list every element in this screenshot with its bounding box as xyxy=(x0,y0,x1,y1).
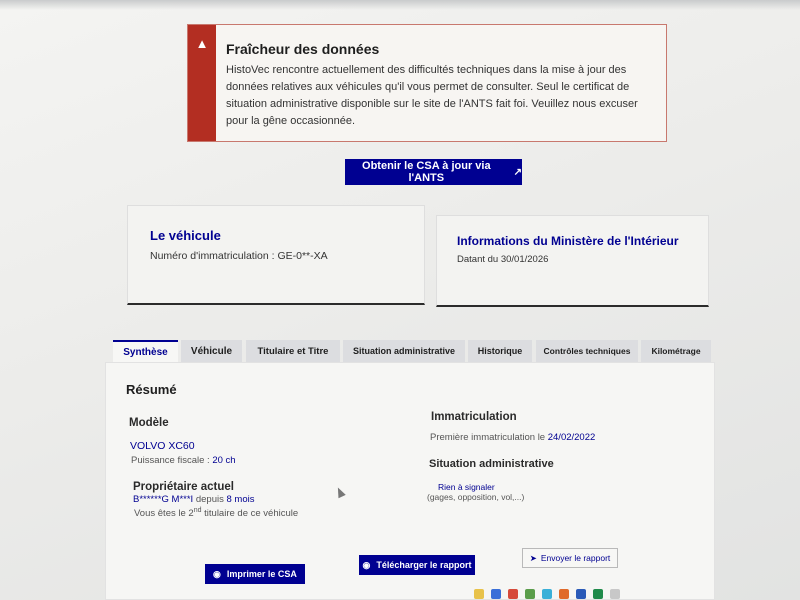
get-csa-ants-label: Obtenir le CSA à jour via l'ANTS xyxy=(362,160,491,184)
ministry-card-title: Informations du Ministère de l'Intérieur xyxy=(457,234,679,248)
taskbar-misc-icon[interactable] xyxy=(610,589,620,599)
download-icon: ◉ xyxy=(362,559,371,570)
owner-line: B******G M***I depuis 8 mois xyxy=(133,494,254,505)
taskbar-app-icon[interactable] xyxy=(508,589,518,599)
tab-vehicule[interactable]: Véhicule xyxy=(181,340,242,362)
plate-value: GE-0**-XA xyxy=(277,250,328,262)
tab-situation-administrative[interactable]: Situation administrative xyxy=(343,340,465,362)
report-tabs: Synthèse Véhicule Titulaire et Titre Sit… xyxy=(113,340,713,362)
admin-status-detail: (gages, opposition, vol,...) xyxy=(427,492,525,502)
taskbar-excel-icon[interactable] xyxy=(593,589,603,599)
tab-historique[interactable]: Historique xyxy=(468,340,532,362)
model-heading: Modèle xyxy=(129,417,169,429)
ministry-date: Datant du 30/01/2026 xyxy=(457,254,549,265)
registration-heading: Immatriculation xyxy=(431,411,517,423)
page: ▲ Fraîcheur des données HistoVec rencont… xyxy=(0,0,800,600)
owner-since-value: 8 mois xyxy=(226,494,255,505)
print-csa-button[interactable]: ◉ Imprimer le CSA xyxy=(205,564,305,584)
print-icon: ◉ xyxy=(213,568,221,579)
first-registration-label: Première immatriculation le xyxy=(430,432,546,443)
os-taskbar xyxy=(470,588,800,600)
send-icon: ➤ xyxy=(529,552,537,563)
tab-titulaire-titre[interactable]: Titulaire et Titre xyxy=(246,340,340,362)
print-csa-label: Imprimer le CSA xyxy=(226,569,297,579)
owner-since-label: depuis xyxy=(195,494,224,505)
alert-title: Fraîcheur des données xyxy=(226,41,380,57)
ministry-card: Informations du Ministère de l'Intérieur… xyxy=(436,215,709,307)
fiscal-power-label: Puissance fiscale : xyxy=(131,455,210,466)
plate-number: Numéro d'immatriculation : GE-0**-XA xyxy=(150,250,328,262)
owner-rank: Vous êtes le 2nd titulaire de ce véhicul… xyxy=(134,507,298,519)
download-report-button[interactable]: ◉ Télécharger le rapport xyxy=(359,555,475,575)
vehicle-card-title: Le véhicule xyxy=(150,228,221,243)
tab-synthese[interactable]: Synthèse xyxy=(113,340,178,362)
warning-icon: ▲ xyxy=(195,36,209,51)
alert-text: HistoVec rencontre actuellement des diff… xyxy=(226,64,638,127)
summary-heading: Résumé xyxy=(126,382,177,397)
get-csa-ants-button[interactable]: Obtenir le CSA à jour via l'ANTS ↗ xyxy=(345,159,522,185)
fiscal-power: Puissance fiscale : 20 ch xyxy=(131,455,236,466)
admin-status-heading: Situation administrative xyxy=(429,458,554,470)
owner-name: B******G M***I xyxy=(133,494,194,505)
external-link-icon: ↗ xyxy=(513,166,522,178)
taskbar-edge-icon[interactable] xyxy=(542,589,552,599)
taskbar-browser-icon[interactable] xyxy=(491,589,501,599)
taskbar-folder-icon[interactable] xyxy=(474,589,484,599)
fiscal-power-value: 20 ch xyxy=(212,455,236,466)
tab-controles-techniques[interactable]: Contrôles techniques xyxy=(536,340,638,362)
owner-rank-rest: titulaire de ce véhicule xyxy=(204,508,299,520)
alert-bar: ▲ xyxy=(188,25,216,141)
taskbar-word-icon[interactable] xyxy=(576,589,586,599)
taskbar-store-icon[interactable] xyxy=(525,589,535,599)
owner-rank-suffix: nd xyxy=(193,507,202,514)
vehicle-card: Le véhicule Numéro d'immatriculation : G… xyxy=(127,205,425,305)
screen-edge xyxy=(0,0,800,10)
first-registration-value: 24/02/2022 xyxy=(547,432,596,443)
tab-kilometrage[interactable]: Kilométrage xyxy=(641,340,711,362)
taskbar-office-icon[interactable] xyxy=(559,589,569,599)
data-freshness-alert: ▲ Fraîcheur des données HistoVec rencont… xyxy=(187,24,667,142)
admin-status-value: Rien à signaler xyxy=(438,482,495,492)
owner-rank-prefix: Vous êtes le xyxy=(134,508,186,520)
owner-heading: Propriétaire actuel xyxy=(133,481,234,493)
first-registration: Première immatriculation le 24/02/2022 xyxy=(430,432,595,443)
download-report-label: Télécharger le rapport xyxy=(376,560,472,570)
send-report-label: Envoyer le rapport xyxy=(540,553,611,563)
model-name[interactable]: VOLVO XC60 xyxy=(130,440,195,452)
plate-label: Numéro d'immatriculation : xyxy=(150,250,275,262)
send-report-button[interactable]: ➤ Envoyer le rapport xyxy=(522,548,618,568)
